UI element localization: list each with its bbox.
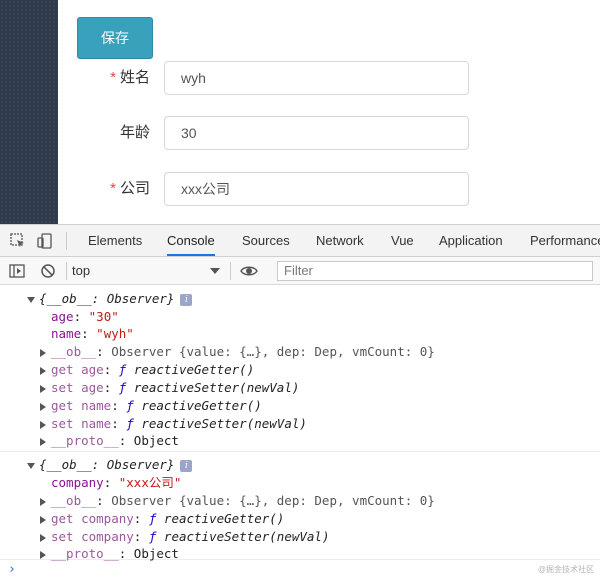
property-row[interactable]: __proto__: Object: [40, 432, 179, 450]
property-row[interactable]: get name: ƒ reactiveGetter(): [40, 397, 262, 415]
property-row: name: "wyh": [51, 326, 134, 341]
console-prompt[interactable]: ›: [8, 562, 598, 578]
company-label: * 公司: [110, 180, 150, 197]
tab-console[interactable]: Console: [167, 225, 215, 256]
console-log-entry: {__ob__: Observer} i company: "xxx公司" __o…: [0, 452, 600, 563]
eye-icon[interactable]: [240, 262, 258, 280]
sidebar: [0, 0, 58, 224]
expand-icon: [40, 550, 46, 559]
tab-network[interactable]: Network: [316, 225, 364, 256]
form-row-company: * 公司 xxx公司: [60, 172, 480, 206]
object-header[interactable]: {__ob__: Observer} i: [27, 290, 193, 308]
name-input[interactable]: wyh: [164, 61, 469, 95]
age-label: 年龄: [119, 124, 150, 141]
expand-icon: [40, 437, 46, 446]
expand-icon: [40, 366, 46, 375]
console-output: {__ob__: Observer} i age: "30" name: "wyh…: [0, 286, 600, 578]
expand-icon: [40, 420, 46, 429]
form-row-age: 年龄 30: [60, 116, 480, 150]
devtools-tabbar: Elements Console Sources Network Vue App…: [0, 225, 600, 257]
name-label: * 姓名: [110, 69, 150, 86]
property-row[interactable]: __ob__: Observer {value: {…}, dep: Dep, …: [40, 343, 435, 361]
console-toolbar: top Filter: [0, 257, 600, 285]
filter-input[interactable]: Filter: [277, 261, 593, 281]
object-header[interactable]: {__ob__: Observer} i: [27, 456, 193, 474]
property-row[interactable]: get company: ƒ reactiveGetter(): [40, 510, 284, 528]
company-input[interactable]: xxx公司: [164, 172, 469, 206]
property-row[interactable]: set age: ƒ reactiveSetter(newVal): [40, 379, 299, 397]
toolbar-divider: [66, 232, 67, 250]
collapse-icon: [27, 296, 35, 303]
property-row[interactable]: get age: ƒ reactiveGetter(): [40, 361, 254, 379]
info-icon[interactable]: i: [180, 293, 193, 306]
toolbar-divider: [230, 262, 231, 280]
property-row[interactable]: __ob__: Observer {value: {…}, dep: Dep, …: [40, 492, 435, 510]
property-row[interactable]: __proto__: Object: [40, 545, 179, 563]
expand-icon: [40, 384, 46, 393]
required-mark: *: [110, 69, 116, 86]
context-value: top: [72, 263, 91, 278]
tab-vue[interactable]: Vue: [391, 225, 414, 256]
expand-icon: [40, 402, 46, 411]
tab-application[interactable]: Application: [439, 225, 503, 256]
tab-performance[interactable]: Performance: [530, 225, 600, 256]
show-sidebar-icon[interactable]: [8, 262, 26, 280]
context-selector[interactable]: top: [72, 261, 224, 281]
property-row: company: "xxx公司": [51, 475, 182, 490]
watermark: @掘金技术社区: [537, 565, 594, 574]
property-row: age: "30": [51, 309, 119, 324]
collapse-icon: [27, 462, 35, 469]
form-row-name: * 姓名 wyh: [60, 61, 480, 95]
console-log-entry: {__ob__: Observer} i age: "30" name: "wyh…: [0, 286, 600, 452]
clear-console-icon[interactable]: [39, 262, 57, 280]
info-icon[interactable]: i: [180, 459, 193, 472]
devtools-panel: Elements Console Sources Network Vue App…: [0, 224, 600, 578]
age-input[interactable]: 30: [164, 116, 469, 150]
tab-elements[interactable]: Elements: [88, 225, 142, 256]
expand-icon: [40, 533, 46, 542]
save-button[interactable]: 保存: [77, 17, 153, 59]
expand-icon: [40, 348, 46, 357]
property-row[interactable]: set company: ƒ reactiveSetter(newVal): [40, 528, 330, 546]
app-area: 保存 * 姓名 wyh 年龄 30 * 公司 xxx公司: [0, 0, 600, 224]
inspect-element-icon[interactable]: [9, 232, 27, 250]
expand-icon: [40, 497, 46, 506]
expand-icon: [40, 515, 46, 524]
required-mark: *: [110, 180, 116, 197]
chevron-down-icon: [210, 268, 220, 274]
toolbar-divider: [66, 262, 67, 280]
tab-sources[interactable]: Sources: [242, 225, 290, 256]
device-toolbar-icon[interactable]: [36, 232, 54, 250]
property-row[interactable]: set name: ƒ reactiveSetter(newVal): [40, 415, 307, 433]
